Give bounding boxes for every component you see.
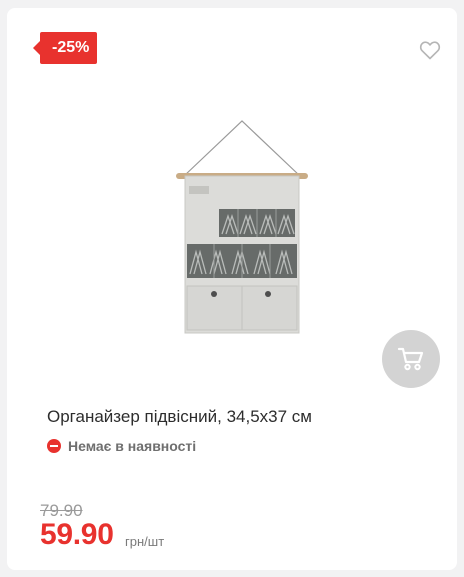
cart-icon xyxy=(397,347,424,371)
minus-circle-icon xyxy=(47,439,61,453)
favorite-button[interactable] xyxy=(418,38,442,62)
product-title[interactable]: Органайзер підвісний, 34,5х37 см xyxy=(47,407,312,427)
price-unit: грн/шт xyxy=(125,534,165,549)
availability-label: Немає в наявності xyxy=(68,438,197,454)
current-price: 59.90 xyxy=(40,518,114,551)
discount-badge: -25% xyxy=(32,32,98,64)
add-to-cart-button[interactable] xyxy=(382,330,440,388)
heart-outline-icon xyxy=(419,41,441,60)
availability-status: Немає в наявності xyxy=(47,438,196,454)
product-card[interactable]: -25% Органайзер підвісний, 34,5х37 см Не… xyxy=(7,8,457,570)
product-image[interactable] xyxy=(162,116,322,341)
